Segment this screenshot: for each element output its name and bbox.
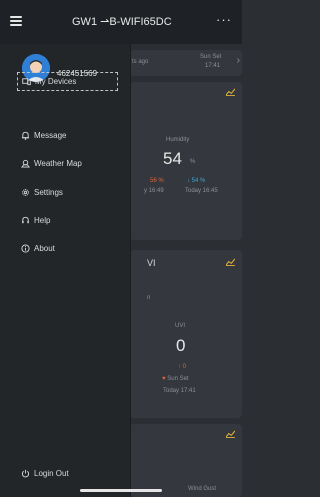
chart-icon[interactable] [226, 258, 235, 266]
menu-item-about[interactable]: About [17, 239, 118, 258]
uvi-sunset-label: Sun Set [167, 376, 189, 382]
menu-item-label: My Devices [35, 77, 77, 86]
power-icon [21, 469, 30, 478]
uvi-sunset: ♥ Sun Set [162, 376, 189, 382]
menu-item-label: Help [34, 216, 51, 225]
uvi-max: ↑ 0 [178, 364, 187, 370]
more-options-icon[interactable]: ··· [216, 12, 232, 27]
humidity-min: ↓ 54 % [187, 178, 206, 184]
sunset-time: 17:41 [205, 63, 221, 69]
menu-item-label: Settings [34, 188, 63, 197]
menu-item-my-devices[interactable]: My Devices [17, 72, 118, 91]
uvi-label: UVI [175, 323, 186, 329]
summary-card: ts ago Sun Set 17:41 › [130, 50, 242, 76]
hamburger-menu-icon[interactable] [10, 16, 22, 26]
map-icon [21, 159, 30, 168]
top-bar: GW1 ⇀B-WIFI65DC ··· [0, 0, 242, 44]
last-update-text: ts ago [132, 59, 149, 65]
device-title: GW1 ⇀B-WIFI65DC [72, 16, 172, 28]
menu-item-label: Weather Map [34, 159, 82, 168]
humidity-min-time: Today 16:45 [185, 188, 218, 194]
menu-item-label: Message [34, 131, 67, 140]
menu-item-label: About [34, 244, 55, 253]
menu-item-help[interactable]: Help [17, 211, 118, 230]
gear-icon [22, 189, 29, 196]
heart-icon: ♥ [162, 376, 166, 382]
humidity-card: Humidity 54 % 56 % ↓ 54 % y 16:49 Today … [130, 82, 242, 240]
side-drawer: 462451569 My Devices Message Weather Map… [0, 44, 131, 497]
home-indicator[interactable] [80, 489, 162, 492]
uvi-value: 0 [176, 336, 186, 355]
uvi-card: VI n UVI 0 ↑ 0 ♥ Sun Set Today 17:41 [130, 250, 242, 418]
uvi-card-title: VI [147, 258, 156, 268]
chart-icon[interactable] [226, 430, 235, 438]
info-icon [21, 244, 30, 253]
humidity-max: 56 % [150, 178, 164, 184]
menu-item-message[interactable]: Message [17, 126, 118, 145]
chart-icon[interactable] [226, 88, 235, 96]
humidity-value: 54 [163, 149, 182, 168]
humidity-unit: % [190, 159, 196, 165]
humidity-max-time: y 16:49 [144, 188, 164, 194]
devices-icon [22, 78, 31, 86]
humidity-label: Humidity [166, 137, 190, 143]
uvi-card-subtitle: n [147, 295, 151, 301]
sunset-label: Sun Set [200, 54, 222, 60]
headset-icon [22, 216, 29, 224]
uvi-sunset-time: Today 17:41 [163, 388, 196, 394]
logout-button[interactable]: Login Out [17, 464, 118, 483]
wind-gust-label: Wind Gust [188, 486, 217, 492]
logout-label: Login Out [34, 469, 69, 478]
bell-icon [21, 131, 30, 140]
chevron-right-icon[interactable]: › [237, 55, 240, 66]
menu-item-settings[interactable]: Settings [17, 183, 118, 202]
wind-card: Wind Gust [130, 424, 242, 497]
menu-item-weather-map[interactable]: Weather Map [17, 154, 118, 173]
